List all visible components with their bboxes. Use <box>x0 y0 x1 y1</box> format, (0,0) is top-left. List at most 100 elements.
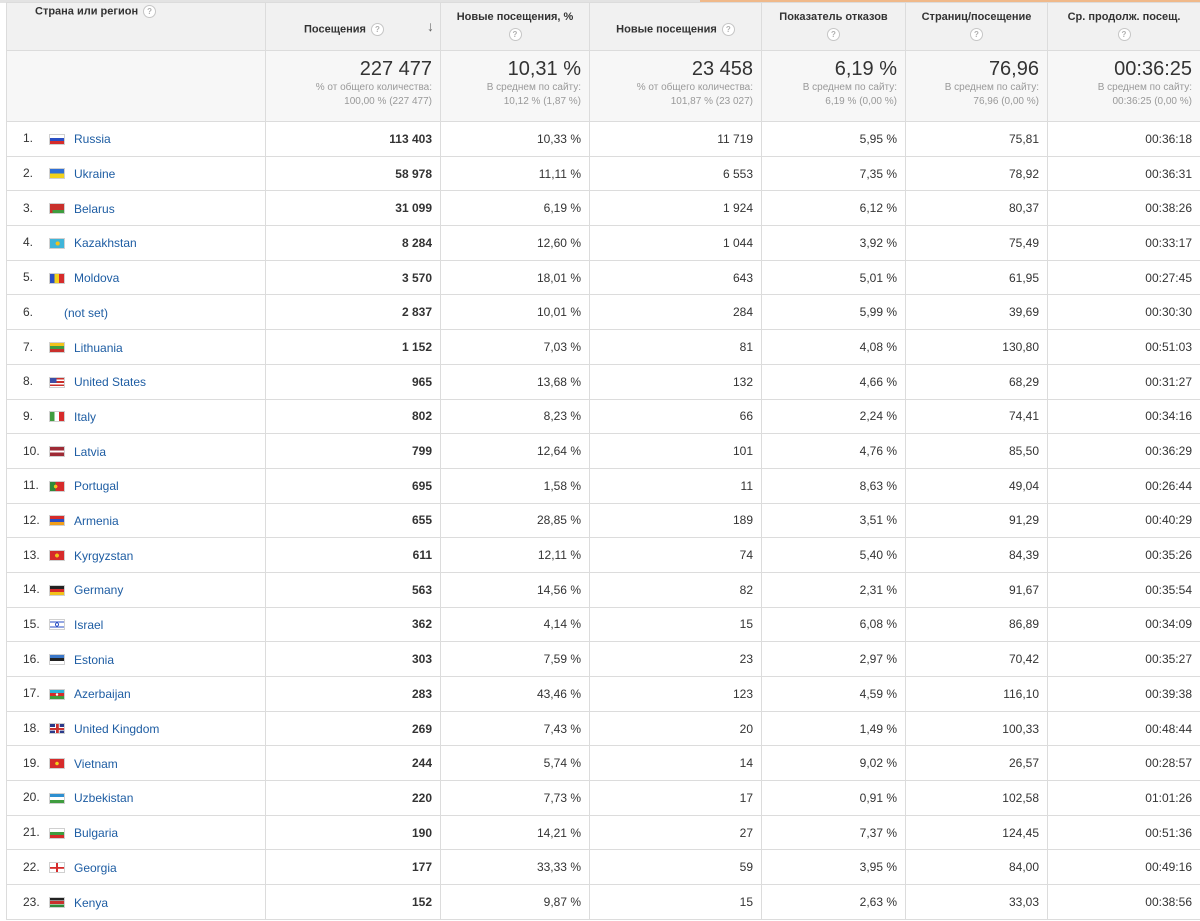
bounce-rate-cell: 9,02 % <box>761 745 906 782</box>
new-visits-percent-cell: 12,60 % <box>440 225 590 261</box>
sort-descending-icon[interactable]: ↓ <box>427 18 434 34</box>
new-visits-cell: 66 <box>589 398 762 435</box>
pages-per-visit-cell: 39,69 <box>905 294 1048 331</box>
new-visits-cell: 81 <box>589 329 762 365</box>
pages-per-visit-cell: 75,81 <box>905 121 1048 157</box>
country-link[interactable]: Russia <box>74 132 111 146</box>
row-rank: 2. <box>23 166 34 181</box>
help-icon[interactable]: ? <box>970 28 983 41</box>
new-visits-percent-cell: 13,68 % <box>440 363 590 400</box>
country-link[interactable]: Kazakhstan <box>74 236 137 250</box>
total-subtext: 101,87 % (23 027) <box>670 96 753 107</box>
new-visits-cell: 1 924 <box>589 190 762 227</box>
column-header-new-visits[interactable]: Новые посещения? <box>589 2 762 51</box>
bounce-rate-cell: 3,95 % <box>761 849 906 886</box>
country-link[interactable]: Italy <box>74 410 96 424</box>
pages-per-visit-cell: 84,39 <box>905 537 1048 573</box>
country-link[interactable]: United States <box>74 375 146 389</box>
kazakhstan-flag-icon <box>49 237 65 249</box>
new-visits-cell: 132 <box>589 363 762 400</box>
country-link[interactable]: United Kingdom <box>74 722 159 736</box>
row-rank: 3. <box>23 200 34 215</box>
country-link[interactable]: Latvia <box>74 444 106 458</box>
country-link[interactable]: (not set) <box>64 306 108 320</box>
pages-per-visit-cell: 85,50 <box>905 433 1048 469</box>
total-subtext: 76,96 (0,00 %) <box>973 96 1039 107</box>
country-link[interactable]: Israel <box>74 618 103 632</box>
country-link[interactable]: Ukraine <box>74 167 115 181</box>
column-header-pages-per-visit[interactable]: Страниц/посещение ? <box>905 2 1048 51</box>
country-link[interactable]: Portugal <box>74 479 119 493</box>
italy-flag-icon <box>49 411 65 423</box>
armenia-flag-icon <box>49 515 65 527</box>
visits-cell: 244 <box>265 745 441 782</box>
pages-per-visit-cell: 78,92 <box>905 155 1048 192</box>
help-icon[interactable]: ? <box>370 23 384 36</box>
new-visits-percent-cell: 33,33 % <box>440 849 590 886</box>
help-icon[interactable]: ? <box>143 5 157 18</box>
country-link[interactable]: Belarus <box>74 202 115 216</box>
country-link[interactable]: Kenya <box>74 895 108 909</box>
country-link[interactable]: Vietnam <box>74 757 118 771</box>
new-visits-cell: 6 553 <box>589 155 762 192</box>
avg-duration-cell: 00:30:30 <box>1047 294 1200 331</box>
country-link[interactable]: Bulgaria <box>74 826 118 840</box>
totals-row: 227 477 % от общего количества: 100,00 %… <box>6 50 1200 122</box>
help-icon[interactable]: ? <box>1117 28 1131 41</box>
total-value: 23 458 <box>691 58 753 80</box>
country-cell: 16. Estonia <box>6 641 266 677</box>
visits-cell: 1 152 <box>265 329 441 365</box>
country-link[interactable]: Armenia <box>74 514 119 528</box>
new-visits-percent-cell: 1,58 % <box>440 467 590 504</box>
new-visits-cell: 101 <box>589 433 762 469</box>
column-header-bounce-rate[interactable]: Показатель отказов ? <box>761 2 906 51</box>
row-rank: 23. <box>23 894 40 909</box>
new-visits-cell: 1 044 <box>589 225 762 261</box>
country-link[interactable]: Moldova <box>74 271 119 285</box>
country-link[interactable]: Azerbaijan <box>74 687 131 701</box>
column-header-label: Страна или регион <box>35 5 139 18</box>
total-value: 76,96 <box>988 58 1039 80</box>
help-icon[interactable]: ? <box>827 28 840 41</box>
table-row: 16. Estonia 303 7,59 % 23 2,97 % 70,42 00:35:27 <box>6 641 1200 677</box>
bounce-rate-cell: 1,49 % <box>761 710 906 747</box>
visits-cell: 8 284 <box>265 225 441 261</box>
column-header-avg-visit-duration[interactable]: Ср. продолж. посещ. ? <box>1047 2 1200 51</box>
column-header-new-visits-percent[interactable]: Новые посещения, % ? <box>440 2 590 51</box>
new-visits-percent-cell: 12,11 % <box>440 537 590 573</box>
country-link[interactable]: Georgia <box>74 861 117 875</box>
row-rank: 21. <box>23 825 40 840</box>
total-subtext: В среднем по сайту: <box>486 82 581 93</box>
estonia-flag-icon <box>49 654 65 666</box>
bulgaria-flag-icon <box>49 827 65 839</box>
row-rank: 6. <box>23 304 34 319</box>
country-link[interactable]: Germany <box>74 583 123 597</box>
country-link[interactable]: Estonia <box>74 653 114 667</box>
total-subtext: % от общего количества: <box>636 82 753 93</box>
table-row: 17. Azerbaijan 283 43,46 % 123 4,59 % 116,10 00… <box>6 676 1200 712</box>
column-header-visits[interactable]: Посещения? ↓ <box>265 2 441 51</box>
help-icon[interactable]: ? <box>721 23 735 36</box>
new-visits-cell: 14 <box>589 745 762 782</box>
country-link[interactable]: Uzbekistan <box>74 791 133 805</box>
help-icon[interactable]: ? <box>508 28 522 41</box>
table-row: 12. Armenia 655 28,85 % 189 3,51 % 91,29 00:40:… <box>6 502 1200 539</box>
country-link[interactable]: Kyrgyzstan <box>74 549 133 563</box>
new-visits-percent-cell: 7,43 % <box>440 710 590 747</box>
total-subtext: В среднем по сайту: <box>802 82 897 93</box>
avg-duration-cell: 00:49:16 <box>1047 849 1200 886</box>
table-row: 21. Bulgaria 190 14,21 % 27 7,37 % 124,45 00:51… <box>6 814 1200 851</box>
visits-cell: 269 <box>265 710 441 747</box>
country-cell: 13. Kyrgyzstan <box>6 537 266 573</box>
row-rank: 7. <box>23 339 34 354</box>
column-header-country[interactable]: Страна или регион? <box>6 2 266 51</box>
visits-cell: 965 <box>265 363 441 400</box>
avg-duration-cell: 00:35:26 <box>1047 537 1200 573</box>
visits-cell: 113 403 <box>265 121 441 157</box>
bounce-rate-cell: 6,08 % <box>761 606 906 643</box>
new-visits-percent-cell: 7,73 % <box>440 780 590 816</box>
pages-per-visit-cell: 84,00 <box>905 849 1048 886</box>
country-link[interactable]: Lithuania <box>74 340 123 354</box>
azerbaijan-flag-icon <box>49 688 65 700</box>
table-row: 13. Kyrgyzstan 611 12,11 % 74 5,40 % 84,39 00:3… <box>6 537 1200 573</box>
